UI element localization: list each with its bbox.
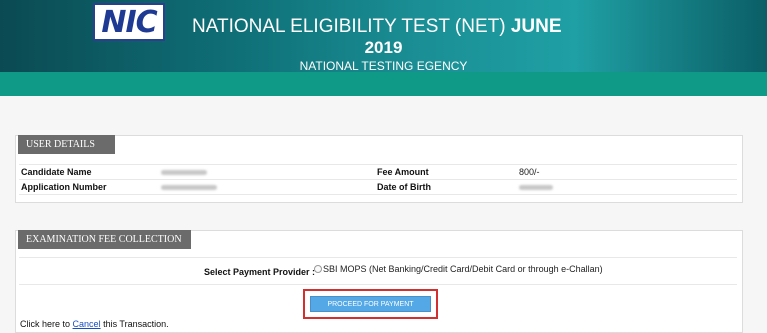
fee-amount-value: 800/-	[517, 164, 737, 180]
title-suffix: JUNE	[510, 16, 562, 37]
payment-provider-row: Select Payment Provider : SBI MOPS (Net …	[19, 257, 737, 285]
exam-fee-heading: EXAMINATION FEE COLLECTION	[18, 230, 191, 249]
dob-value	[517, 179, 737, 195]
table-row: Application Number Date of Birth	[19, 179, 737, 195]
header-banner: NIC NATIONAL ELIGIBILITY TEST (NET) JUNE…	[0, 0, 767, 73]
user-details-panel: USER DETAILS Candidate Name Fee Amount 8…	[15, 135, 743, 203]
cancel-link[interactable]: Cancel	[73, 319, 101, 329]
user-details-heading: USER DETAILS	[18, 135, 115, 154]
fee-amount-label: Fee Amount	[375, 164, 517, 180]
table-row: Candidate Name Fee Amount 800/-	[19, 164, 737, 180]
sbi-mops-radio[interactable]	[314, 265, 322, 273]
pay-button-highlight: PROCEED FOR PAYMENT	[303, 289, 438, 319]
cancel-prefix: Click here to	[20, 319, 71, 329]
redacted-application-number	[161, 185, 217, 191]
exam-fee-panel: EXAMINATION FEE COLLECTION Select Paymen…	[15, 230, 743, 333]
logo-text: NIC	[101, 4, 157, 40]
payment-provider-label: Select Payment Provider :	[204, 267, 316, 277]
title-prefix: NATIONAL ELIGIBILITY TEST (NET)	[192, 16, 506, 37]
application-number-label: Application Number	[19, 179, 159, 195]
cancel-row: Click here to Cancel this Transaction.	[20, 319, 169, 329]
page-title: NATIONAL ELIGIBILITY TEST (NET) JUNE	[192, 16, 562, 38]
proceed-for-payment-button[interactable]: PROCEED FOR PAYMENT	[310, 296, 431, 312]
title-year: 2019	[364, 38, 403, 57]
application-number-value	[159, 179, 375, 195]
redacted-candidate-name	[161, 170, 207, 176]
redacted-dob	[519, 185, 553, 191]
candidate-name-label: Candidate Name	[19, 164, 159, 180]
sbi-mops-option-label[interactable]: SBI MOPS (Net Banking/Credit Card/Debit …	[323, 264, 603, 274]
candidate-name-value	[159, 164, 375, 180]
dob-label: Date of Birth	[375, 179, 517, 195]
nic-logo: NIC	[93, 3, 165, 41]
cancel-suffix: this Transaction.	[103, 319, 169, 329]
header-strip	[0, 72, 767, 96]
user-details-table: Candidate Name Fee Amount 800/- Applicat…	[19, 164, 737, 195]
agency-name: NATIONAL TESTING EGENCY	[299, 59, 468, 73]
